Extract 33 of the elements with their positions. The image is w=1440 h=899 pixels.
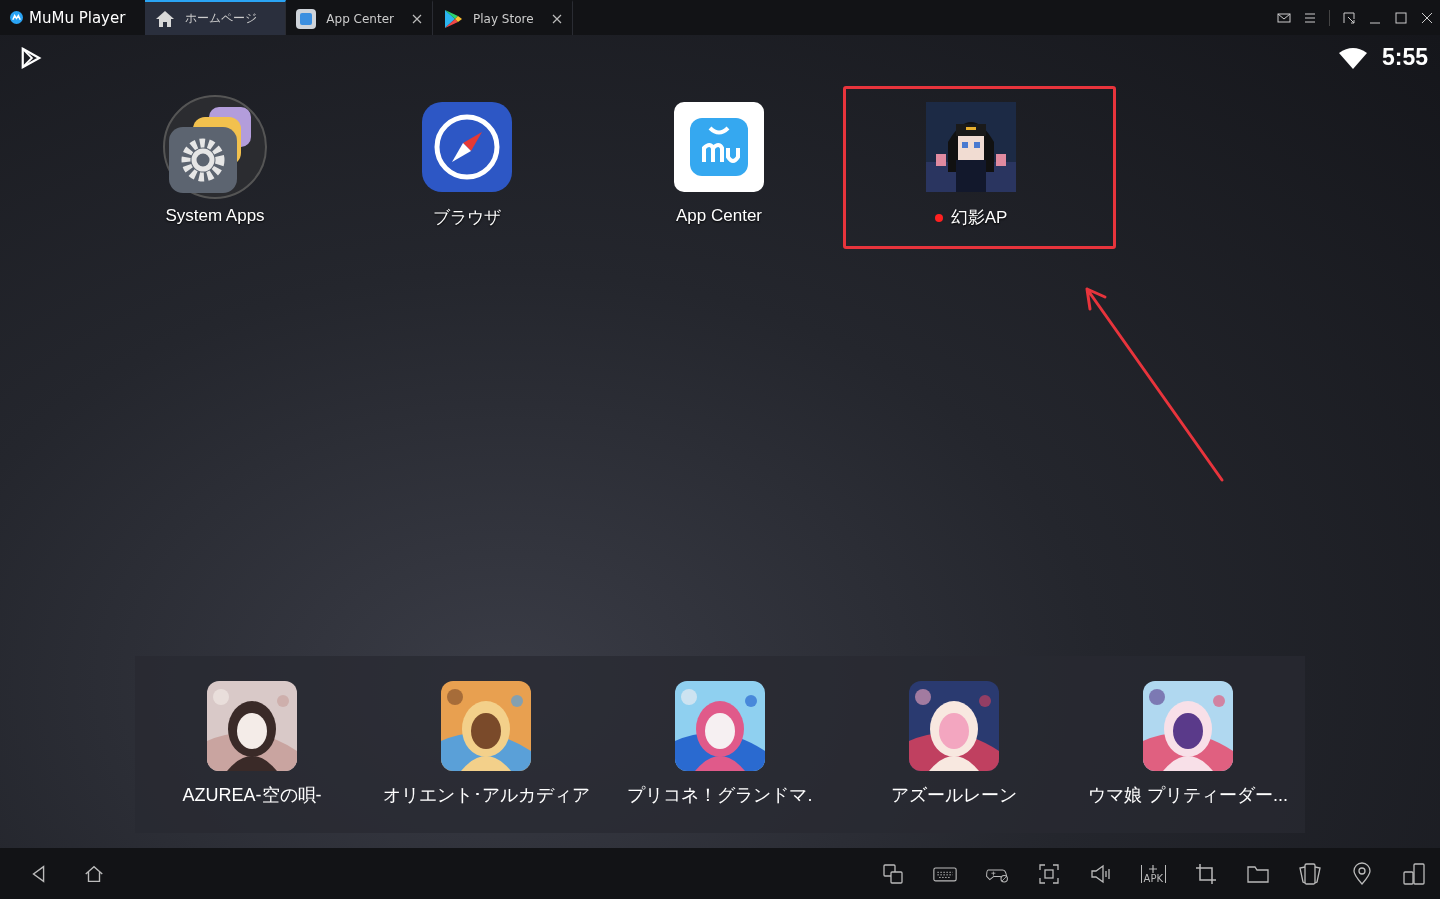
app-label[interactable]: ウマ娘 プリティーダー... (1088, 783, 1288, 807)
app-label[interactable]: App Center (676, 206, 762, 226)
app-label[interactable]: プリコネ！グランドマ. (627, 783, 813, 807)
multi-device-icon[interactable] (1402, 861, 1426, 886)
play-store-icon (443, 8, 463, 29)
clock: 5:55 (1381, 44, 1428, 71)
app-label[interactable]: AZUREA-空の唄- (182, 783, 322, 807)
location-icon[interactable] (1350, 861, 1374, 886)
plus-icon (1149, 864, 1158, 873)
app-center-icon (296, 8, 317, 29)
play-icon (20, 46, 42, 69)
app-center-icon[interactable] (674, 102, 764, 192)
app-label[interactable]: オリエント･アルカディア (382, 783, 590, 807)
resize-icon[interactable] (1341, 9, 1357, 26)
tab[interactable]: ホームページ (145, 0, 287, 35)
close-icon[interactable] (551, 13, 562, 24)
multi-window-icon[interactable] (880, 861, 905, 886)
rotate-phone-icon[interactable] (1298, 861, 1322, 886)
wifi-icon (1337, 46, 1368, 69)
app-label[interactable]: ブラウザ (433, 206, 501, 229)
app-label[interactable]: 幻影AP (934, 206, 1008, 229)
maximize-icon[interactable] (1393, 9, 1409, 26)
gear-folder-icon[interactable] (163, 95, 267, 199)
apk-install-button[interactable]: APK (1140, 864, 1166, 883)
screenshot-icon[interactable] (1036, 861, 1061, 886)
compass-icon[interactable] (422, 102, 512, 192)
app-title: MuMu Player (0, 0, 146, 35)
home-icon (155, 8, 176, 29)
logo-icon (10, 11, 23, 24)
app-label[interactable]: System Apps (165, 206, 265, 226)
close-icon[interactable] (412, 13, 422, 24)
crop-icon[interactable] (1194, 861, 1218, 886)
app-label[interactable]: アズールレーン (891, 783, 1017, 807)
